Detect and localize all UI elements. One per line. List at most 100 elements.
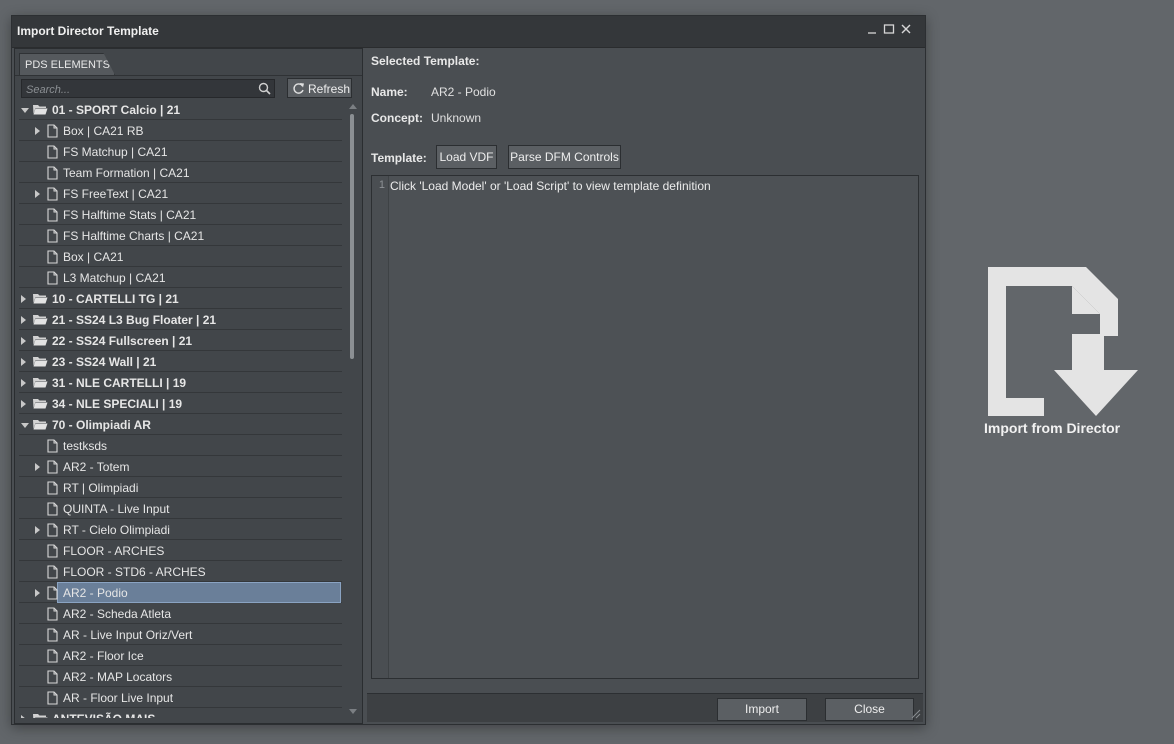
tree-item-row[interactable]: Box | CA21 bbox=[19, 247, 342, 267]
tree-item-row[interactable]: FLOOR - STD6 - ARCHES bbox=[19, 562, 342, 582]
tree-item-row[interactable]: AR2 - Totem bbox=[19, 457, 342, 477]
window-title: Import Director Template bbox=[17, 24, 159, 38]
import-from-director-label[interactable]: Import from Director bbox=[984, 420, 1120, 436]
tree-item-label: FS Matchup | CA21 bbox=[63, 145, 168, 159]
import-button[interactable]: Import bbox=[717, 698, 807, 721]
tab-pds-elements[interactable]: PDS ELEMENTS bbox=[19, 53, 115, 75]
refresh-label: Refresh bbox=[308, 82, 351, 96]
tree-item-label: AR2 - Totem bbox=[63, 460, 130, 474]
template-definition-editor[interactable]: 1 Click 'Load Model' or 'Load Script' to… bbox=[371, 175, 919, 679]
scroll-thumb[interactable] bbox=[350, 114, 354, 359]
tree-item-row[interactable]: QUINTA - Live Input bbox=[19, 499, 342, 519]
tree-folder-row[interactable]: 01 - SPORT Calcio | 21 bbox=[19, 100, 342, 120]
tree-item-row[interactable]: FS Halftime Stats | CA21 bbox=[19, 205, 342, 225]
tree-item-label: AR2 - Floor Ice bbox=[63, 649, 144, 663]
document-icon bbox=[47, 565, 58, 579]
tree-item-row[interactable]: RT | Olimpiadi bbox=[19, 478, 342, 498]
tree-item-row[interactable]: RT - Cielo Olimpiadi bbox=[19, 520, 342, 540]
refresh-button[interactable]: Refresh bbox=[287, 78, 352, 98]
tree-item-label: 10 - CARTELLI TG | 21 bbox=[52, 292, 179, 306]
expand-arrow-icon[interactable] bbox=[21, 715, 26, 718]
tree-item-row[interactable]: testksds bbox=[19, 436, 342, 456]
tree-folder-row[interactable]: 10 - CARTELLI TG | 21 bbox=[19, 289, 342, 309]
document-icon bbox=[47, 649, 58, 663]
tree-item-row[interactable]: Team Formation | CA21 bbox=[19, 163, 342, 183]
folder-icon bbox=[33, 378, 48, 388]
tree-item-label: FS Halftime Stats | CA21 bbox=[63, 208, 197, 222]
expand-arrow-icon[interactable] bbox=[21, 400, 26, 408]
tree-item-label: Box | CA21 RB bbox=[63, 124, 144, 138]
tree-item-row[interactable]: AR2 - Podio bbox=[19, 582, 342, 603]
tree-item-label: 22 - SS24 Fullscreen | 21 bbox=[52, 334, 193, 348]
expand-arrow-icon[interactable] bbox=[21, 295, 26, 303]
tree-item-row[interactable]: AR - Floor Live Input bbox=[19, 688, 342, 708]
tree-item-label: L3 Matchup | CA21 bbox=[63, 271, 166, 285]
tree-folder-row[interactable]: ANTEVISÃO MAIS bbox=[19, 709, 342, 718]
scroll-up-icon[interactable] bbox=[349, 104, 357, 109]
tree-folder-row[interactable]: 21 - SS24 L3 Bug Floater | 21 bbox=[19, 310, 342, 330]
expand-arrow-icon[interactable] bbox=[21, 379, 26, 387]
tree-item-row[interactable]: FS FreeText | CA21 bbox=[19, 184, 342, 204]
scroll-down-icon[interactable] bbox=[349, 709, 357, 714]
tree-item-label: QUINTA - Live Input bbox=[63, 502, 170, 516]
tree-item-row[interactable]: FS Matchup | CA21 bbox=[19, 142, 342, 162]
tree-folder-row[interactable]: 34 - NLE SPECIALI | 19 bbox=[19, 394, 342, 414]
search-icon[interactable] bbox=[258, 82, 271, 95]
load-vdf-button[interactable]: Load VDF bbox=[436, 145, 497, 169]
collapse-arrow-icon[interactable] bbox=[21, 423, 29, 428]
tree-item-row[interactable]: AR2 - MAP Locators bbox=[19, 667, 342, 687]
tree-item-label: Team Formation | CA21 bbox=[63, 166, 190, 180]
tree-item-label: testksds bbox=[63, 439, 108, 453]
document-icon bbox=[47, 460, 58, 474]
expand-arrow-icon[interactable] bbox=[21, 337, 26, 345]
document-icon bbox=[47, 481, 58, 495]
document-icon bbox=[47, 271, 58, 285]
tree-item-label: 70 - Olimpiadi AR bbox=[52, 418, 151, 432]
tree-item-row[interactable]: AR - Live Input Oriz/Vert bbox=[19, 625, 342, 645]
collapse-arrow-icon[interactable] bbox=[21, 108, 29, 113]
parse-dfm-controls-button[interactable]: Parse DFM Controls bbox=[508, 145, 621, 169]
folder-icon bbox=[33, 336, 48, 346]
close-button[interactable]: Close bbox=[825, 698, 914, 721]
tree-item-row[interactable]: AR2 - Floor Ice bbox=[19, 646, 342, 666]
tree-item-row[interactable]: Box | CA21 RB bbox=[19, 121, 342, 141]
dialog-footer: Import Close bbox=[367, 693, 923, 722]
tree-folder-row[interactable]: 22 - SS24 Fullscreen | 21 bbox=[19, 331, 342, 351]
expand-arrow-icon[interactable] bbox=[21, 316, 26, 324]
tree-folder-row[interactable]: 31 - NLE CARTELLI | 19 bbox=[19, 373, 342, 393]
template-label: Template: bbox=[371, 151, 427, 165]
close-icon[interactable] bbox=[899, 22, 913, 36]
title-bar[interactable]: Import Director Template bbox=[12, 16, 925, 48]
document-icon bbox=[47, 208, 58, 222]
expand-arrow-icon[interactable] bbox=[35, 127, 40, 135]
expand-arrow-icon[interactable] bbox=[35, 463, 40, 471]
tree-item-label: FLOOR - ARCHES bbox=[63, 544, 165, 558]
tree-folder-row[interactable]: 23 - SS24 Wall | 21 bbox=[19, 352, 342, 372]
refresh-icon bbox=[293, 83, 304, 94]
concept-label: Concept: bbox=[371, 111, 423, 125]
tree-item-row[interactable]: FLOOR - ARCHES bbox=[19, 541, 342, 561]
expand-arrow-icon[interactable] bbox=[35, 589, 40, 597]
tree-scrollbar[interactable] bbox=[346, 100, 359, 718]
minimize-icon[interactable] bbox=[865, 22, 879, 36]
tree-item-row[interactable]: FS Halftime Charts | CA21 bbox=[19, 226, 342, 246]
tree-item-row[interactable]: AR2 - Scheda Atleta bbox=[19, 604, 342, 624]
resize-grip-icon[interactable] bbox=[909, 707, 921, 719]
search-box[interactable] bbox=[21, 79, 275, 99]
expand-arrow-icon[interactable] bbox=[35, 190, 40, 198]
document-icon bbox=[47, 250, 58, 264]
search-input[interactable] bbox=[22, 80, 260, 99]
import-from-director-icon[interactable] bbox=[986, 266, 1140, 418]
tree-item-label: ANTEVISÃO MAIS bbox=[52, 712, 155, 718]
maximize-icon[interactable] bbox=[882, 22, 896, 36]
expand-arrow-icon[interactable] bbox=[21, 358, 26, 366]
tree-folder-row[interactable]: 70 - Olimpiadi AR bbox=[19, 415, 342, 435]
name-label: Name: bbox=[371, 85, 408, 99]
tree-item-label: FS FreeText | CA21 bbox=[63, 187, 169, 201]
tree-item-label: AR - Live Input Oriz/Vert bbox=[63, 628, 193, 642]
expand-arrow-icon[interactable] bbox=[35, 526, 40, 534]
tree-item-label: FLOOR - STD6 - ARCHES bbox=[63, 565, 206, 579]
tab-divider bbox=[15, 75, 362, 76]
document-icon bbox=[47, 670, 58, 684]
tree-item-row[interactable]: L3 Matchup | CA21 bbox=[19, 268, 342, 288]
